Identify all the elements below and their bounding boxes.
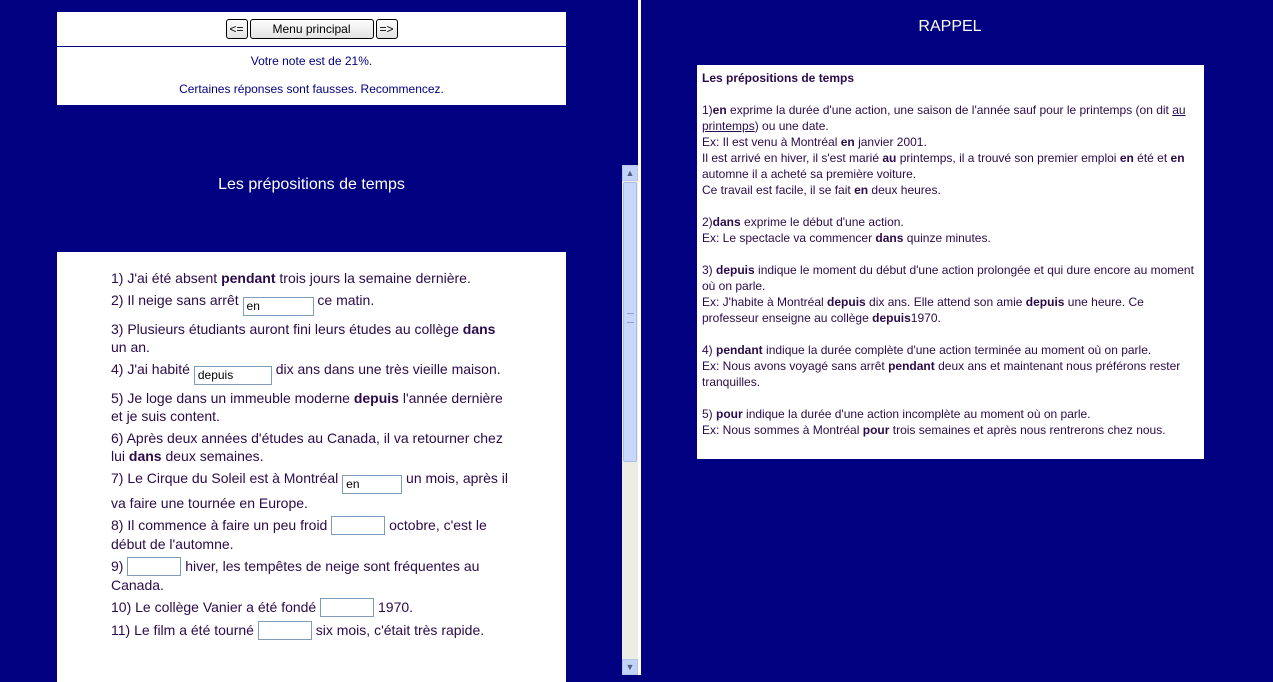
grip-icon (627, 313, 634, 323)
preposition-answer: depuis (353, 390, 399, 406)
question-text: six mois, c'était très rapide. (311, 622, 485, 638)
question-text: deux semaines. (161, 448, 264, 464)
question-text: Plusieurs étudiants auront fini leurs ét… (127, 321, 463, 337)
question-text: Le collège Vanier a été fondé (135, 599, 321, 615)
question-text: un an. (111, 339, 150, 355)
rule-pendant: 4) pendant indique la durée complète d'u… (702, 343, 1152, 357)
rule-en: 1)en exprime la durée d'une action, une … (702, 103, 1186, 133)
chevron-up-icon[interactable]: ▲ (622, 165, 638, 181)
question-number: 6) (111, 430, 124, 446)
question-list: 1) J'ai été absent pendant trois jours l… (111, 269, 511, 640)
question-number: 3) (111, 321, 124, 337)
answer-input[interactable] (127, 557, 182, 576)
question-item: 8) Il commence à faire un peu froid octo… (111, 516, 511, 553)
question-item: 9) hiver, les tempêtes de neige sont fré… (111, 557, 511, 594)
question-text: Je loge dans un immeuble moderne (127, 390, 354, 406)
answer-input[interactable]: depuis (193, 366, 272, 385)
rule-dans: 2)dans exprime le début d'une action. (702, 215, 904, 229)
question-text: Le Cirque du Soleil est à Montréal (127, 470, 343, 486)
preposition-answer: pendant (221, 270, 276, 286)
question-item: 4) J'ai habité depuis dix ans dans une t… (111, 360, 511, 385)
question-item: 2) Il neige sans arrêt en ce matin. (111, 291, 511, 316)
question-number: 11) (111, 622, 131, 638)
chevron-down-icon[interactable]: ▼ (622, 659, 638, 675)
question-number: 2) (111, 292, 124, 308)
question-text: dix ans dans une très vieille maison. (271, 361, 501, 377)
exercise-frame: <= Menu principal => Votre note est de 2… (0, 0, 638, 682)
feedback-text: Certaines réponses sont fausses. Recomme… (179, 82, 444, 96)
question-item: 6) Après deux années d'études au Canada,… (111, 429, 511, 465)
example-en-3: Ce travail est facile, il se fait en deu… (702, 183, 941, 197)
question-text: ce matin. (313, 292, 375, 308)
example-pour: Ex: Nous sommes à Montréal pour trois se… (702, 423, 1166, 437)
exercise-panel: 1) J'ai été absent pendant trois jours l… (57, 252, 566, 682)
question-number: 9) (111, 558, 124, 574)
rappel-panel: Les prépositions de temps 1)en exprime l… (697, 65, 1204, 459)
preposition-answer: dans (128, 448, 162, 464)
question-text: Il commence à faire un peu froid (127, 517, 332, 533)
exercise-title: Les prépositions de temps (218, 176, 405, 193)
rappel-heading: Les prépositions de temps (702, 71, 855, 85)
question-number: 7) (111, 470, 124, 486)
question-number: 5) (111, 390, 124, 406)
question-text: Il neige sans arrêt (127, 292, 243, 308)
answer-input[interactable]: en (342, 475, 403, 494)
question-item: 3) Plusieurs étudiants auront fini leurs… (111, 320, 511, 356)
answer-input[interactable] (257, 621, 312, 640)
question-number: 1) (111, 270, 124, 286)
example-depuis: Ex: J'habite à Montréal depuis dix ans. … (702, 295, 1144, 325)
question-text: trois jours la semaine dernière. (275, 270, 471, 286)
question-item: 10) Le collège Vanier a été fondé 1970. (111, 598, 511, 617)
question-text: J'ai été absent (127, 270, 222, 286)
nav-buttons: <= Menu principal => (57, 12, 566, 47)
main-menu-button[interactable]: Menu principal (249, 19, 374, 39)
vertical-scrollbar[interactable]: ▲ ▼ (622, 165, 638, 675)
question-text: Le film a été tourné (134, 622, 258, 638)
rappel-title: RAPPEL (918, 18, 982, 35)
question-item: 7) Le Cirque du Soleil est à Montréal en… (111, 469, 511, 512)
nav-panel: <= Menu principal => Votre note est de 2… (57, 12, 566, 105)
rule-depuis: 3) depuis indique le moment du début d'u… (702, 263, 1194, 293)
rule-pour: 5) pour indique la durée d'une action in… (702, 407, 1091, 421)
example-pendant: Ex: Nous avons voyagé sans arrêt pendant… (702, 359, 1181, 389)
answer-input[interactable] (320, 598, 375, 617)
score-text: Votre note est de 21%. (250, 54, 373, 68)
question-number: 4) (111, 361, 124, 377)
question-text: J'ai habité (127, 361, 194, 377)
prev-button[interactable]: <= (225, 19, 248, 39)
question-text: 1970. (374, 599, 414, 615)
question-item: 11) Le film a été tourné six mois, c'éta… (111, 621, 511, 640)
preposition-answer: dans (462, 321, 496, 337)
example-en-2: Il est arrivé en hiver, il s'est marié a… (702, 151, 1185, 181)
example-en-1: Ex: Il est venu à Montréal en janvier 20… (702, 135, 927, 149)
question-item: 1) J'ai été absent pendant trois jours l… (111, 269, 511, 287)
answer-input[interactable]: en (242, 297, 314, 316)
frame-divider[interactable] (638, 0, 641, 675)
example-dans: Ex: Le spectacle va commencer dans quinz… (702, 231, 991, 245)
question-item: 5) Je loge dans un immeuble moderne depu… (111, 389, 511, 425)
next-button[interactable]: => (375, 19, 398, 39)
question-number: 8) (111, 517, 124, 533)
scrollbar-thumb[interactable] (623, 182, 637, 462)
answer-input[interactable] (331, 516, 386, 535)
question-number: 10) (111, 599, 132, 615)
